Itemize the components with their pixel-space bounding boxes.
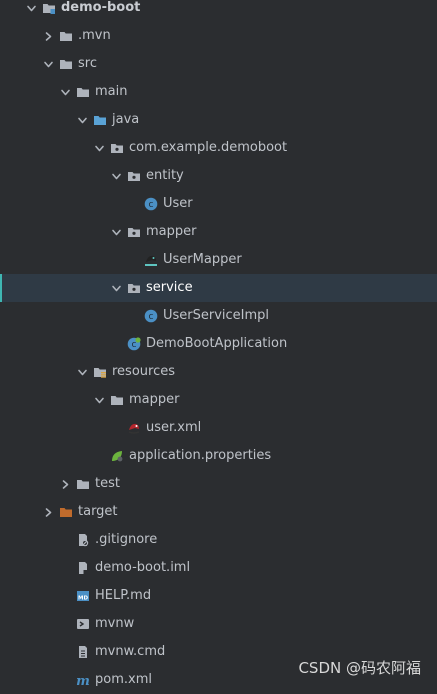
svg-text:MD: MD: [78, 596, 88, 602]
tree-row-gitignore[interactable]: .gitignore: [0, 526, 437, 554]
chevron-down-icon[interactable]: [109, 169, 123, 183]
tree-item-label: mvnw.cmd: [95, 644, 166, 659]
tree-item-label: User: [163, 196, 193, 211]
chevron-down-icon[interactable]: [92, 393, 106, 407]
resources-folder-icon: [93, 365, 107, 379]
shell-file-icon: [76, 617, 90, 631]
gitignore-file-icon: [76, 533, 90, 547]
tree-row-main[interactable]: main: [0, 78, 437, 106]
tree-item-label: com.example.demoboot: [129, 140, 288, 155]
tree-row-mapper[interactable]: mapper: [0, 218, 437, 246]
tree-item-label: .gitignore: [95, 532, 158, 547]
tree-row-src[interactable]: src: [0, 50, 437, 78]
source-folder-icon: [93, 113, 107, 127]
tree-row-help-md[interactable]: MD HELP.md: [0, 582, 437, 610]
tree-row-application-properties[interactable]: application.properties: [0, 442, 437, 470]
tree-item-label: target: [78, 504, 118, 519]
target-folder-icon: [59, 505, 73, 519]
tree-item-label: demo-boot.iml: [95, 560, 191, 575]
tree-item-label: pom.xml: [95, 672, 152, 687]
tree-item-label: src: [78, 56, 97, 71]
mybatis-xml-icon: [127, 421, 141, 435]
tree-item-label: mapper: [146, 224, 197, 239]
tree-item-label: UserMapper: [163, 252, 242, 267]
chevron-down-icon[interactable]: [109, 225, 123, 239]
maven-pom-icon: m: [76, 673, 90, 687]
tree-item-label: java: [112, 112, 140, 127]
tree-item-label: mapper: [129, 392, 180, 407]
tree-item-label: demo-boot: [61, 0, 141, 15]
svg-text:c: c: [149, 200, 154, 210]
folder-icon: [59, 29, 73, 43]
tree-row-mvn[interactable]: .mvn: [0, 22, 437, 50]
chevron-down-icon[interactable]: [75, 113, 89, 127]
tree-item-label: HELP.md: [95, 588, 152, 603]
tree-row-service[interactable]: service: [0, 274, 437, 302]
tree-row-userserviceimpl[interactable]: c UserServiceImpl: [0, 302, 437, 330]
tree-item-label: resources: [112, 364, 176, 379]
chevron-down-icon[interactable]: [92, 141, 106, 155]
tree-item-label: application.properties: [129, 448, 272, 463]
tree-row-usermapper[interactable]: UserMapper: [0, 246, 437, 274]
tree-row-target[interactable]: target: [0, 498, 437, 526]
tree-row-mvnw[interactable]: mvnw: [0, 610, 437, 638]
tree-item-label: main: [95, 84, 128, 99]
iml-file-icon: [76, 561, 90, 575]
svg-text:c: c: [149, 312, 154, 322]
spring-boot-class-icon: c: [127, 337, 141, 351]
class-icon: c: [144, 309, 158, 323]
tree-row-user[interactable]: c User: [0, 190, 437, 218]
class-icon: c: [144, 197, 158, 211]
tree-item-label: service: [146, 280, 193, 295]
tree-row-test[interactable]: test: [0, 470, 437, 498]
folder-icon: [59, 57, 73, 71]
text-file-icon: [76, 645, 90, 659]
chevron-down-icon[interactable]: [109, 281, 123, 295]
chevron-down-icon[interactable]: [58, 85, 72, 99]
chevron-right-icon[interactable]: [41, 29, 55, 43]
package-icon: [110, 141, 124, 155]
folder-icon: [76, 477, 90, 491]
tree-item-label: mvnw: [95, 616, 135, 631]
chevron-down-icon[interactable]: [24, 1, 38, 15]
tree-row-entity[interactable]: entity: [0, 162, 437, 190]
markdown-file-icon: MD: [76, 589, 90, 603]
folder-icon: [76, 85, 90, 99]
package-icon: [127, 225, 141, 239]
tree-item-label: DemoBootApplication: [146, 336, 288, 351]
tree-row-java[interactable]: java: [0, 106, 437, 134]
package-icon: [127, 169, 141, 183]
spring-properties-icon: [110, 449, 124, 463]
project-tree: demo-boot .mvn src main java com.example.demo…: [0, 0, 437, 688]
tree-row-com-example-demoboot[interactable]: com.example.demoboot: [0, 134, 437, 162]
module-folder-icon: [42, 1, 56, 15]
tree-item-label: user.xml: [146, 420, 202, 435]
chevron-down-icon[interactable]: [41, 57, 55, 71]
mybatis-mapper-icon: [144, 253, 158, 267]
folder-icon: [110, 393, 124, 407]
tree-row-mapper[interactable]: mapper: [0, 386, 437, 414]
svg-text:c: c: [132, 340, 137, 350]
tree-row-demobootapplication[interactable]: c DemoBootApplication: [0, 330, 437, 358]
chevron-down-icon[interactable]: [75, 365, 89, 379]
tree-row-resources[interactable]: resources: [0, 358, 437, 386]
tree-item-label: test: [95, 476, 120, 491]
tree-item-label: entity: [146, 168, 184, 183]
tree-row-demo-boot[interactable]: demo-boot: [0, 0, 437, 22]
tree-item-label: UserServiceImpl: [163, 308, 270, 323]
chevron-right-icon[interactable]: [41, 505, 55, 519]
package-icon: [127, 281, 141, 295]
tree-row-demo-boot-iml[interactable]: demo-boot.iml: [0, 554, 437, 582]
tree-row-user-xml[interactable]: user.xml: [0, 414, 437, 442]
svg-text:m: m: [76, 674, 90, 687]
chevron-right-icon[interactable]: [58, 477, 72, 491]
csdn-watermark: CSDN @码农阿福: [298, 659, 421, 677]
tree-item-label: .mvn: [78, 28, 111, 43]
